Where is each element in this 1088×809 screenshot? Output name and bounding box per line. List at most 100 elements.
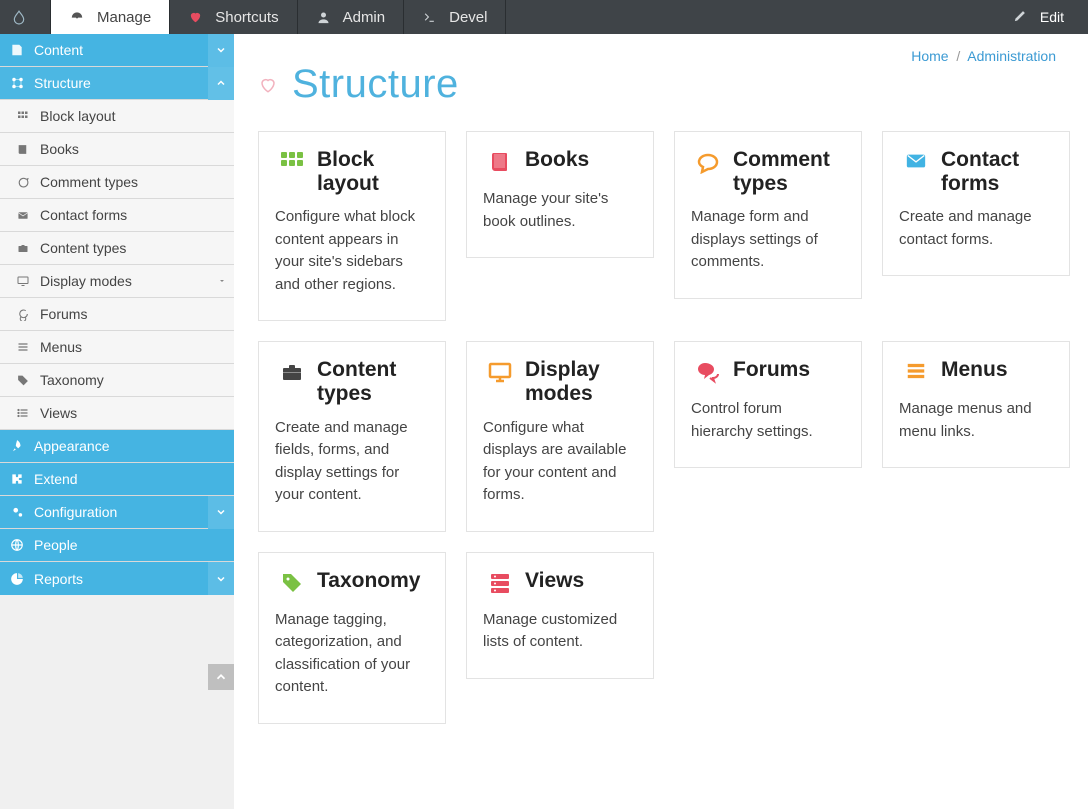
card-description: Create and manage fields, forms, and dis… bbox=[275, 417, 429, 507]
cards-grid: Block layout Configure what block conten… bbox=[234, 125, 1088, 724]
sidebar-item-label: Display modes bbox=[40, 273, 210, 289]
toolbar-admin[interactable]: Admin bbox=[298, 0, 405, 34]
chevron-up-icon[interactable] bbox=[208, 67, 234, 100]
heart-outline-icon[interactable] bbox=[258, 76, 278, 94]
sidebar-item-appearance[interactable]: Appearance bbox=[0, 430, 234, 463]
puzzle-icon bbox=[0, 472, 34, 486]
card-comment-types[interactable]: Comment types Manage form and displays s… bbox=[674, 131, 862, 299]
sidebar-item-content[interactable]: Content bbox=[0, 34, 234, 67]
card-contact-forms[interactable]: Contact forms Create and manage contact … bbox=[882, 131, 1070, 276]
card-taxonomy[interactable]: Taxonomy Manage tagging, categorization,… bbox=[258, 552, 446, 724]
server-icon bbox=[483, 569, 517, 599]
toolbar-edit-label: Edit bbox=[1040, 9, 1064, 25]
card-menus[interactable]: Menus Manage menus and menu links. bbox=[882, 341, 1070, 468]
card-description: Manage form and displays settings of com… bbox=[691, 206, 845, 274]
sidebar-item-extend[interactable]: Extend bbox=[0, 463, 234, 496]
card-description: Configure what displays are available fo… bbox=[483, 417, 637, 507]
card-description: Configure what block content appears in … bbox=[275, 206, 429, 296]
chevron-down-icon[interactable] bbox=[208, 562, 234, 595]
tag-icon bbox=[275, 569, 309, 599]
comment-icon bbox=[6, 176, 40, 189]
sidebar-item-label: Forums bbox=[40, 306, 234, 322]
user-icon bbox=[316, 10, 331, 25]
comment-icon bbox=[691, 148, 725, 178]
dashboard-icon bbox=[69, 10, 85, 24]
grid-icon bbox=[275, 148, 309, 178]
chevron-down-icon[interactable] bbox=[208, 34, 234, 67]
sidebar-item-structure[interactable]: Structure bbox=[0, 67, 234, 100]
rocket-icon bbox=[0, 439, 34, 453]
toolbar-devel[interactable]: Devel bbox=[404, 0, 506, 34]
card-description: Create and manage contact forms. bbox=[899, 206, 1053, 251]
card-description: Manage menus and menu links. bbox=[899, 398, 1053, 443]
book-icon bbox=[483, 148, 517, 178]
sidebar-item-content-types[interactable]: Content types bbox=[0, 232, 234, 265]
sidebar-item-label: Books bbox=[40, 141, 234, 157]
scroll-to-top-button[interactable] bbox=[208, 664, 234, 690]
card-forums[interactable]: Forums Control forum hierarchy settings. bbox=[674, 341, 862, 468]
sidebar-item-label: Taxonomy bbox=[40, 372, 234, 388]
breadcrumb-admin[interactable]: Administration bbox=[967, 48, 1056, 64]
sidebar-item-label: Contact forms bbox=[40, 207, 234, 223]
card-description: Manage your site's book outlines. bbox=[483, 188, 637, 233]
comments-icon bbox=[691, 358, 725, 388]
card-title: Menus bbox=[941, 358, 1008, 382]
sidebar-item-people[interactable]: People bbox=[0, 529, 234, 562]
card-title: Display modes bbox=[525, 358, 637, 406]
sidebar-item-label: Menus bbox=[40, 339, 234, 355]
sidebar-item-books[interactable]: Books bbox=[0, 133, 234, 166]
toolbar-edit[interactable]: Edit bbox=[997, 0, 1088, 34]
sidebar-item-display-modes[interactable]: Display modes bbox=[0, 265, 234, 298]
breadcrumb-home[interactable]: Home bbox=[911, 48, 948, 64]
card-title: Comment types bbox=[733, 148, 845, 196]
sidebar-item-menus[interactable]: Menus bbox=[0, 331, 234, 364]
card-views[interactable]: Views Manage customized lists of content… bbox=[466, 552, 654, 679]
card-description: Control forum hierarchy settings. bbox=[691, 398, 845, 443]
card-title: Books bbox=[525, 148, 589, 172]
chevron-up-icon bbox=[214, 670, 228, 684]
briefcase-icon bbox=[6, 242, 40, 254]
card-title: Content types bbox=[317, 358, 429, 406]
sidebar-item-taxonomy[interactable]: Taxonomy bbox=[0, 364, 234, 397]
envelope-icon bbox=[6, 210, 40, 221]
briefcase-icon bbox=[275, 358, 309, 388]
card-title: Taxonomy bbox=[317, 569, 420, 593]
structure-icon bbox=[0, 76, 34, 90]
chart-icon bbox=[0, 572, 34, 586]
caret-down-icon[interactable] bbox=[210, 277, 234, 285]
card-description: Manage customized lists of content. bbox=[483, 609, 637, 654]
sidebar-item-contact-forms[interactable]: Contact forms bbox=[0, 199, 234, 232]
sidebar-item-label: Reports bbox=[34, 571, 208, 587]
drop-icon bbox=[12, 9, 26, 25]
sidebar-item-label: Block layout bbox=[40, 108, 234, 124]
sidebar-item-forums[interactable]: Forums bbox=[0, 298, 234, 331]
monitor-icon bbox=[483, 358, 517, 388]
breadcrumb-sep: / bbox=[956, 48, 960, 64]
toolbar-shortcuts-label: Shortcuts bbox=[215, 9, 278, 26]
sidebar-item-block-layout[interactable]: Block layout bbox=[0, 100, 234, 133]
drupal-logo[interactable] bbox=[0, 0, 51, 34]
card-block-layout[interactable]: Block layout Configure what block conten… bbox=[258, 131, 446, 321]
sidebar-item-reports[interactable]: Reports bbox=[0, 562, 234, 595]
card-content-types[interactable]: Content types Create and manage fields, … bbox=[258, 341, 446, 531]
chevron-down-icon[interactable] bbox=[208, 496, 234, 529]
sidebar-item-configuration[interactable]: Configuration bbox=[0, 496, 234, 529]
bars-icon bbox=[899, 358, 933, 388]
sidebar-item-views[interactable]: Views bbox=[0, 397, 234, 430]
file-icon bbox=[0, 43, 34, 57]
card-display-modes[interactable]: Display modes Configure what displays ar… bbox=[466, 341, 654, 531]
card-books[interactable]: Books Manage your site's book outlines. bbox=[466, 131, 654, 258]
card-description: Manage tagging, categorization, and clas… bbox=[275, 609, 429, 699]
sidebar-item-label: Content bbox=[34, 42, 208, 58]
card-title: Block layout bbox=[317, 148, 429, 196]
toolbar-manage[interactable]: Manage bbox=[51, 0, 170, 34]
toolbar-shortcuts[interactable]: Shortcuts bbox=[170, 0, 297, 34]
sidebar-item-comment-types[interactable]: Comment types bbox=[0, 166, 234, 199]
main-content: Home / Administration Structure Block la… bbox=[234, 34, 1088, 809]
sidebar: Content Structure Block layout Books Com… bbox=[0, 34, 234, 809]
pencil-icon bbox=[1013, 8, 1028, 26]
card-title: Contact forms bbox=[941, 148, 1053, 196]
card-title: Forums bbox=[733, 358, 810, 382]
gears-icon bbox=[0, 505, 34, 519]
bars-icon bbox=[6, 341, 40, 353]
